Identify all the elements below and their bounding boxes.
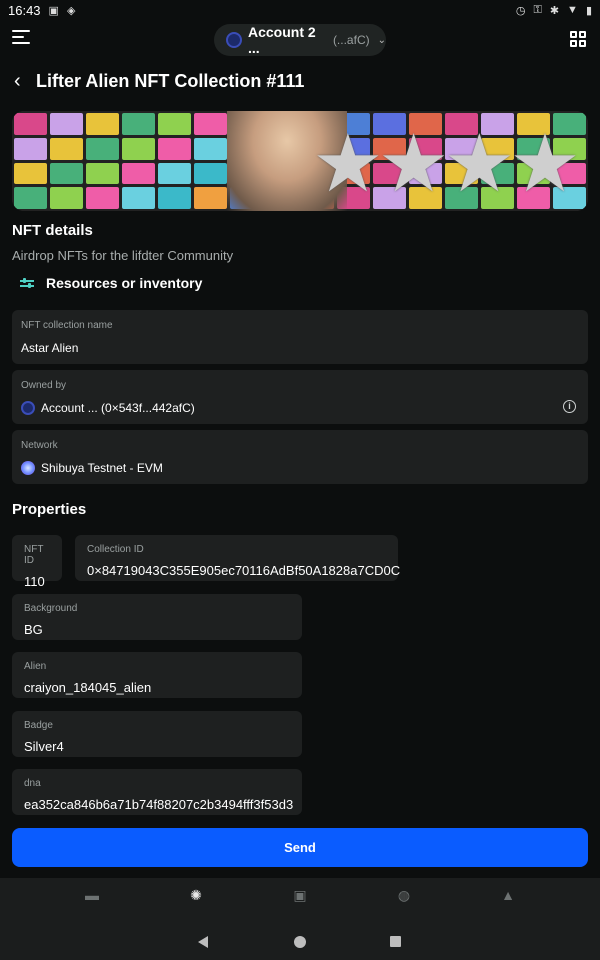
- wifi-icon: ▼: [567, 4, 578, 16]
- card-value: Silver4: [24, 739, 64, 754]
- card-value: BG: [24, 622, 43, 637]
- card-label: Owned by: [21, 380, 67, 391]
- resources-inventory-button[interactable]: Resources or inventory: [20, 275, 202, 291]
- bottom-nav: ▬ ✺ ▣ ◍ ▲: [0, 878, 600, 912]
- nft-id-card: NFT ID 110: [12, 535, 62, 589]
- banner-tile: [193, 187, 227, 209]
- banner-stars: ★ ★ ★ ★: [312, 119, 581, 208]
- card-value: Astar Alien: [21, 341, 79, 355]
- battery-icon: ▮: [585, 4, 592, 17]
- banner-tile: [157, 113, 191, 135]
- title-row: ‹ Lifter Alien NFT Collection #111: [0, 66, 600, 98]
- status-right: ◷ ⚿ ✱ ▼ ▮: [516, 4, 592, 17]
- banner-tile: [121, 187, 155, 209]
- vpn-key-icon: ⚿: [533, 3, 542, 16]
- banner-tile: [121, 113, 155, 135]
- card-label: Alien: [24, 661, 47, 672]
- wallet-icon[interactable]: ▬: [62, 880, 122, 910]
- banner-tile: [193, 113, 227, 135]
- banner-tile: [85, 162, 119, 185]
- system-back-icon[interactable]: [198, 936, 208, 948]
- wifi-notification-icon: ◈: [66, 4, 76, 17]
- sliders-icon: [20, 277, 34, 289]
- card-value: Account ... (0×543f...442afC): [41, 401, 195, 415]
- account-name: Account 2 ...: [248, 24, 316, 56]
- send-button[interactable]: Send: [12, 828, 588, 867]
- banner-tile: [193, 137, 227, 160]
- globe-icon[interactable]: ◍: [374, 880, 434, 910]
- card-label: Network: [21, 440, 58, 451]
- badge-card: Badge Silver4: [12, 711, 302, 757]
- system-recents-icon[interactable]: [390, 936, 401, 947]
- banner-tile: [14, 113, 47, 135]
- status-left: 16:43 ▣ ◈: [8, 3, 75, 18]
- collection-name-value: Astar Alien: [21, 341, 579, 355]
- status-bar: 16:43 ▣ ◈ ◷ ⚿ ✱ ▼ ▮: [0, 0, 600, 20]
- rocket-icon[interactable]: ▲: [478, 880, 538, 910]
- banner-tile: [14, 137, 47, 160]
- alien-card: Alien craiyon_184045_alien: [12, 652, 302, 698]
- collection-name-card: NFT collection name Astar Alien: [12, 310, 588, 364]
- bluetooth-icon: ✱: [549, 4, 560, 17]
- owned-by-card: Owned by Account ... (0×543f...442afC) i: [12, 370, 588, 424]
- menu-icon[interactable]: [12, 30, 30, 48]
- page-title: Lifter Alien NFT Collection #111: [36, 71, 305, 91]
- banner-tile: [49, 187, 83, 209]
- network-card: Network Shibuya Testnet - EVM: [12, 430, 588, 484]
- card-value: Shibuya Testnet - EVM: [41, 461, 163, 475]
- card-label: Collection ID: [87, 544, 144, 555]
- banner-tile: [85, 187, 119, 209]
- banner-tile: [121, 137, 155, 160]
- gallery-notification-icon: ▣: [48, 4, 59, 17]
- banner-tile: [14, 187, 47, 209]
- banner-tile: [193, 162, 227, 185]
- nft-image: ★ ★ ★ ★: [12, 111, 588, 211]
- vault-icon[interactable]: ▣: [270, 880, 330, 910]
- system-home-icon[interactable]: [294, 936, 306, 948]
- banner-tile: [157, 162, 191, 185]
- banner-tile: [157, 137, 191, 160]
- card-label: NFT collection name: [21, 320, 113, 331]
- banner-tile: [49, 162, 83, 185]
- collection-id-card: Collection ID 0×84719043C355E905ec70116A…: [75, 535, 401, 581]
- card-value: craiyon_184045_alien: [24, 680, 152, 695]
- alarm-icon: ◷: [515, 4, 526, 17]
- chevron-down-icon: ⌄: [377, 34, 386, 46]
- card-label: Background: [24, 603, 78, 614]
- account-avatar: [226, 32, 242, 48]
- info-icon[interactable]: i: [563, 400, 576, 413]
- system-nav-bar: [0, 912, 600, 960]
- shibuya-network-icon: [21, 461, 35, 475]
- status-time: 16:43: [8, 2, 41, 18]
- back-arrow-icon[interactable]: ‹: [14, 70, 21, 93]
- card-label: NFT ID: [24, 544, 44, 566]
- top-bar: Account 2 ... (...afC) ⌄: [0, 22, 600, 58]
- network-value: Shibuya Testnet - EVM: [21, 461, 579, 475]
- banner-tile: [49, 113, 83, 135]
- dna-card: dna ea352ca846b6a71b74f88207c2b3494fff3f…: [12, 769, 302, 815]
- owner-avatar: [21, 401, 35, 415]
- qr-code-icon[interactable]: [570, 31, 586, 47]
- properties-heading: Properties: [12, 501, 87, 518]
- card-value: 110: [24, 574, 45, 589]
- account-selector[interactable]: Account 2 ... (...afC) ⌄: [214, 24, 386, 56]
- banner-tile: [121, 162, 155, 185]
- card-value: 0×84719043C355E905ec70116AdBf50A1828a7CD…: [87, 563, 401, 578]
- banner-tile: [14, 162, 47, 185]
- owned-by-value: Account ... (0×543f...442afC): [21, 401, 579, 415]
- nft-aperture-icon[interactable]: ✺: [166, 880, 226, 910]
- banner-tile: [85, 137, 119, 160]
- resources-label: Resources or inventory: [46, 275, 203, 291]
- nft-description: Airdrop NFTs for the lifdter Community: [12, 248, 234, 263]
- card-value: ea352ca846b6a71b74f88207c2b3494fff3f53d3: [24, 797, 294, 812]
- background-card: Background BG: [12, 594, 302, 640]
- account-address: (...afC): [332, 33, 370, 47]
- nft-details-heading: NFT details: [12, 222, 93, 239]
- card-label: Badge: [24, 720, 53, 731]
- banner-tile: [157, 187, 191, 209]
- card-label: dna: [24, 778, 41, 789]
- banner-tile: [85, 113, 119, 135]
- banner-tile: [49, 137, 83, 160]
